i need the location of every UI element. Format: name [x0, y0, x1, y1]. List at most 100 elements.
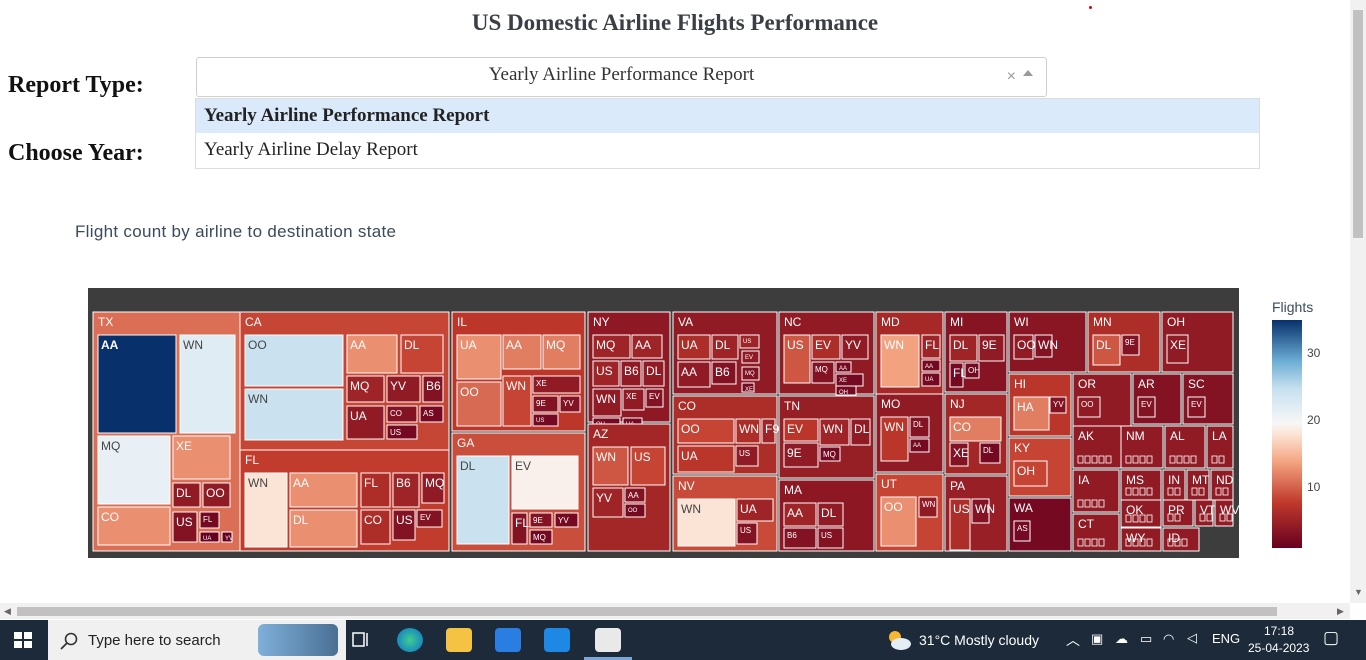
airline-tile[interactable]: US — [592, 360, 620, 387]
language-indicator[interactable]: ENG — [1212, 631, 1240, 646]
airline-tile[interactable]: AA — [921, 359, 941, 372]
airline-tile[interactable]: EV — [416, 509, 443, 528]
state-group-wy[interactable]: WY — [1120, 527, 1162, 552]
airline-tile[interactable]: OO — [1077, 396, 1101, 418]
scroll-down-icon[interactable]: ▼ — [1354, 587, 1363, 597]
airline-tile[interactable]: DL — [949, 334, 978, 362]
airline-tile[interactable]: WN — [592, 388, 622, 417]
state-group-md[interactable]: MD WN FL AA UA — [875, 311, 944, 395]
state-group-sc[interactable]: SC EV — [1182, 373, 1234, 425]
airline-tile[interactable]: MQ — [592, 334, 631, 359]
state-group-ca[interactable]: CA OO WN AA DL MQ YV B6 UA CO AS US — [239, 311, 450, 451]
airline-tile[interactable]: US — [386, 424, 418, 440]
airline-tile[interactable]: AA — [502, 334, 542, 370]
state-group-il[interactable]: IL UA AA MQ OO WN XE 9E YV US — [451, 311, 586, 432]
airline-tile[interactable]: DL — [400, 334, 444, 374]
airline-tile[interactable]: OO — [1013, 334, 1036, 360]
airline-tile[interactable]: EV — [783, 418, 819, 442]
airline-tile[interactable]: OO — [624, 503, 646, 518]
airline-tile[interactable]: B6 — [620, 360, 642, 387]
airline-tile[interactable]: 9E — [978, 334, 1005, 362]
state-group-ms[interactable]: MS — [1120, 469, 1162, 501]
airline-tile[interactable]: US — [949, 498, 971, 551]
airline-tile[interactable]: WN — [502, 375, 532, 427]
airline-tile[interactable]: DL — [909, 416, 930, 438]
airline-tile[interactable]: OH — [1013, 460, 1048, 487]
airline-tile[interactable]: US — [532, 413, 559, 427]
airline-tile[interactable]: XE — [835, 373, 864, 387]
airline-tile[interactable]: XE — [532, 375, 581, 394]
state-group-nc[interactable]: NC US EV YV MQ AA XE OH — [778, 311, 875, 396]
airline-tile[interactable]: YV — [592, 487, 624, 518]
airline-tile[interactable]: AA — [631, 334, 663, 359]
airline-tile[interactable]: YV — [841, 334, 869, 360]
airline-tile[interactable]: US — [739, 334, 760, 349]
airline-tile[interactable]: CO — [360, 509, 391, 545]
weather-icon[interactable] — [886, 629, 912, 651]
state-group-ut[interactable]: UT OO WN — [875, 473, 944, 552]
airline-tile[interactable]: UA — [677, 445, 735, 473]
file-explorer-icon[interactable] — [446, 628, 472, 652]
airline-tile[interactable]: US — [817, 527, 844, 549]
state-group-mi[interactable]: MIDL 9EFL OH — [944, 311, 1008, 393]
airline-tile[interactable]: FL — [360, 472, 391, 508]
windows-start-icon[interactable] — [14, 632, 32, 648]
state-group-ny[interactable]: NYMQAAUSB6DLWNXEEVOHUA — [587, 311, 671, 430]
state-group-ga[interactable]: GA DL EV FL 9E YV MQ — [451, 432, 586, 552]
airline-tile[interactable]: WN — [244, 388, 344, 441]
airline-tile[interactable]: US — [735, 445, 759, 467]
state-group-ia[interactable]: IA — [1072, 469, 1120, 513]
state-group-mn[interactable]: MN DL 9E — [1087, 311, 1161, 373]
state-group-tn[interactable]: TN EV WN DL 9E MQ — [778, 395, 875, 479]
state-group-al[interactable]: AL — [1164, 425, 1206, 469]
airline-tile[interactable]: XE — [949, 442, 969, 467]
wifi-icon[interactable]: ◠ — [1163, 631, 1174, 647]
clock-time[interactable]: 17:18 — [1264, 624, 1294, 638]
taskbar-search-box[interactable]: Type here to search — [48, 620, 346, 660]
airline-tile[interactable]: XE — [622, 388, 645, 411]
report-type-dropdown[interactable]: Yearly Airline Performance Report × — [196, 57, 1047, 97]
airline-tile[interactable]: US — [172, 511, 198, 543]
airline-tile[interactable]: FL — [199, 511, 220, 529]
scrollbar-thumb[interactable] — [17, 607, 1277, 616]
airline-tile[interactable]: DL — [172, 482, 201, 508]
airline-tile[interactable]: B6 — [711, 361, 737, 385]
state-group-hi[interactable]: HI HA YV — [1008, 373, 1072, 437]
dropdown-option-delay[interactable]: Yearly Airline Delay Report — [196, 133, 1259, 167]
state-group-ar[interactable]: AR EV — [1132, 373, 1182, 425]
airline-tile[interactable]: MQ — [346, 375, 385, 403]
state-group-oh[interactable]: OH XE — [1161, 311, 1234, 373]
airline-tile[interactable]: WN — [677, 498, 736, 547]
airline-tile[interactable]: WN — [880, 334, 920, 388]
airline-tile[interactable]: EV — [1187, 396, 1206, 418]
state-group-pr[interactable]: PR — [1162, 499, 1194, 527]
task-view-icon[interactable] — [348, 628, 374, 652]
airline-tile[interactable]: DL — [456, 455, 510, 545]
airline-tile[interactable]: EV — [645, 388, 664, 408]
state-group-nv[interactable]: NV WN UA US — [672, 475, 778, 552]
state-group-ma[interactable]: MA AA DL B6 US — [778, 479, 875, 552]
weather-text[interactable]: 31°C Mostly cloudy — [919, 632, 1039, 648]
edge-browser-icon[interactable] — [397, 628, 423, 652]
airline-tile[interactable]: MQ — [811, 361, 835, 384]
airline-tile[interactable]: OO — [880, 496, 917, 547]
airline-tile[interactable]: YV — [386, 375, 421, 403]
airline-tile[interactable]: AA — [624, 487, 646, 503]
state-group-in[interactable]: IN — [1162, 469, 1186, 501]
airline-tile[interactable]: OO — [677, 418, 735, 444]
airline-tile[interactable]: HA — [1013, 396, 1050, 431]
airline-tile[interactable]: XE — [172, 435, 231, 480]
airline-tile[interactable]: 9E — [783, 442, 819, 468]
airline-tile[interactable]: YV — [559, 395, 581, 413]
cloud-icon[interactable]: ☁ — [1115, 631, 1128, 647]
chevron-up-icon[interactable]: ︿ — [1066, 630, 1080, 650]
airline-tile[interactable]: AA — [677, 361, 711, 388]
airline-tile[interactable]: YV — [554, 512, 579, 528]
airline-tile[interactable]: CO — [386, 405, 418, 423]
airline-tile[interactable]: UA — [677, 334, 711, 360]
airline-tile[interactable]: OH — [964, 362, 980, 379]
airline-tile[interactable]: OO — [202, 482, 231, 508]
airline-tile[interactable]: MQ — [741, 366, 760, 381]
notification-icon[interactable]: ▢ — [1323, 628, 1339, 648]
state-group-az[interactable]: AZ WN US YV AA OO — [587, 423, 671, 552]
